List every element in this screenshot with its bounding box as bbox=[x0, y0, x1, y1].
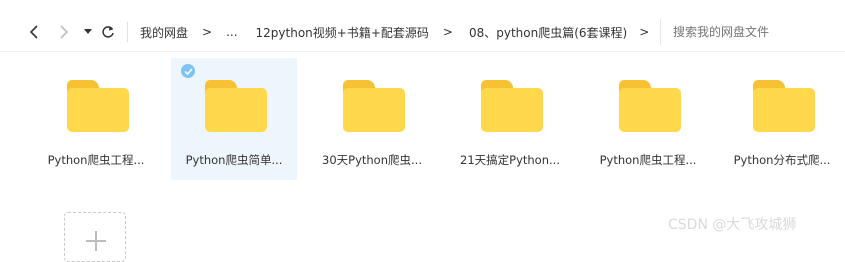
folder-name: Python爬虫工程... bbox=[47, 153, 145, 167]
breadcrumb-separator: > bbox=[639, 25, 650, 39]
folder-item[interactable]: Python分布式爬... bbox=[719, 58, 845, 180]
back-button[interactable] bbox=[26, 24, 42, 40]
folder-icon bbox=[205, 80, 267, 132]
breadcrumb: 我的网盘 > ... 12python视频+书籍+配套源码 > 08、pytho… bbox=[140, 13, 649, 51]
chevron-right-icon bbox=[59, 25, 69, 39]
chevron-left-icon bbox=[29, 25, 39, 39]
breadcrumb-item-home[interactable]: 我的网盘 bbox=[140, 24, 188, 41]
top-strip bbox=[0, 0, 845, 8]
folder-item[interactable]: 30天Python爬虫... bbox=[309, 58, 435, 180]
watermark: CSDN @大飞攻城狮 bbox=[668, 217, 797, 233]
folder-item[interactable]: Python爬虫工程... bbox=[585, 58, 711, 180]
folder-icon bbox=[753, 80, 815, 132]
header-divider bbox=[0, 51, 845, 52]
checkmark-icon[interactable] bbox=[181, 64, 195, 78]
folder-name: 21天搞定Python... bbox=[460, 153, 560, 167]
breadcrumb-separator: > bbox=[442, 25, 453, 39]
search-box[interactable] bbox=[660, 19, 845, 45]
plus-icon bbox=[86, 231, 106, 251]
caret-down-icon bbox=[84, 29, 92, 35]
folder-icon bbox=[619, 80, 681, 132]
folder-icon bbox=[343, 80, 405, 132]
folder-name: Python爬虫工程... bbox=[599, 153, 697, 167]
breadcrumb-separator: > bbox=[202, 25, 213, 39]
folder-icon bbox=[481, 80, 543, 132]
folder-name: 30天Python爬虫... bbox=[322, 153, 422, 167]
add-new-tile[interactable] bbox=[64, 212, 126, 262]
navigation-bar: 我的网盘 > ... 12python视频+书籍+配套源码 > 08、pytho… bbox=[0, 13, 845, 51]
history-dropdown-button[interactable] bbox=[80, 24, 96, 40]
refresh-icon bbox=[101, 25, 115, 39]
folder-name: Python爬虫简单... bbox=[185, 153, 283, 167]
refresh-button[interactable] bbox=[100, 24, 116, 40]
folder-item[interactable]: 21天搞定Python... bbox=[447, 58, 573, 180]
folder-name: Python分布式爬... bbox=[733, 153, 831, 167]
folder-icon bbox=[67, 80, 129, 132]
breadcrumb-item-current[interactable]: 08、python爬虫篇(6套课程) bbox=[469, 24, 627, 41]
forward-button[interactable] bbox=[56, 24, 72, 40]
breadcrumb-item-ellipsis[interactable]: ... bbox=[226, 25, 237, 39]
breadcrumb-item-source-folder[interactable]: 12python视频+书籍+配套源码 bbox=[256, 24, 429, 41]
folder-item[interactable]: Python爬虫工程... bbox=[33, 58, 159, 180]
toolbar-divider bbox=[127, 22, 128, 42]
folder-item-selected[interactable]: Python爬虫简单... bbox=[171, 58, 297, 180]
search-input[interactable] bbox=[673, 25, 833, 39]
